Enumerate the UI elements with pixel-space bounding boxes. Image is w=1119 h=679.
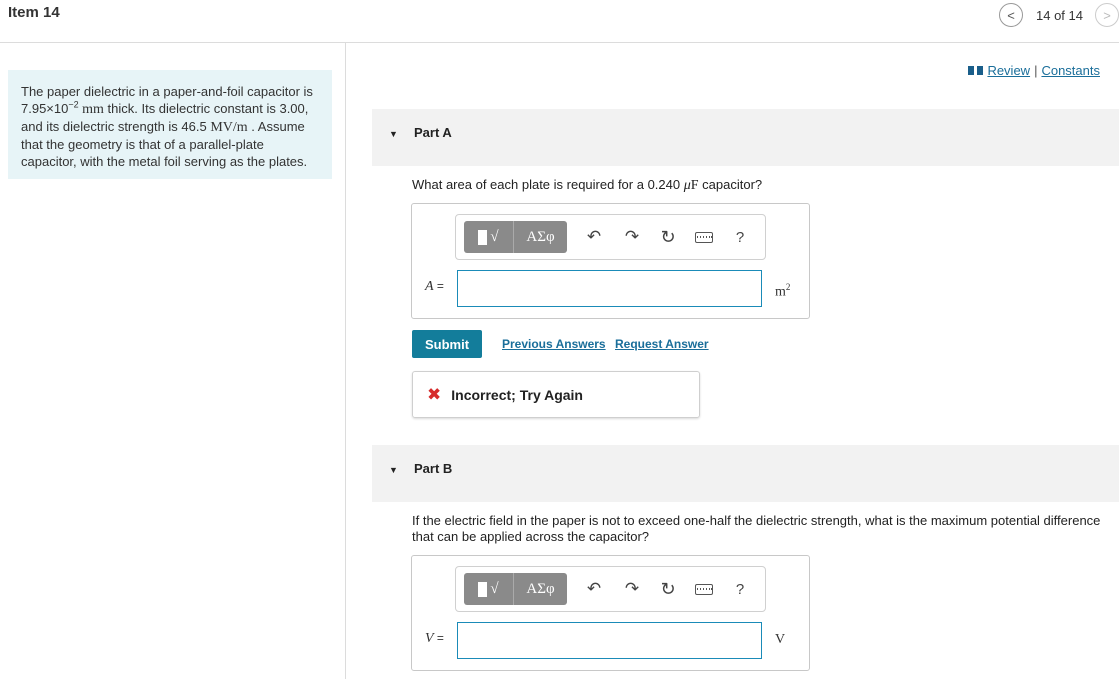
symbols-button[interactable]: ΑΣφ	[513, 221, 567, 253]
part-a-answer-box: √ ΑΣφ ↶ ↷ ↻ ? A = m2	[411, 203, 810, 319]
question-line: If the electric field in the paper is no…	[412, 513, 1101, 528]
resources-links: Review | Constants	[968, 63, 1100, 78]
feedback-message: ✖ Incorrect; Try Again	[412, 371, 700, 418]
help-button[interactable]: ?	[727, 573, 753, 605]
part-b-title: Part B	[414, 461, 453, 476]
item-navigation: < 14 of 14 >	[999, 2, 1119, 28]
equals-sign: =	[433, 279, 444, 293]
unit-exponent: 2	[785, 282, 791, 292]
problem-line: 7.95×10−2 mm thick. Its dielectric const…	[21, 100, 322, 118]
undo-icon: ↶	[586, 227, 602, 246]
variable-label: V =	[425, 631, 444, 647]
keyboard-button[interactable]	[691, 221, 717, 253]
previous-answers-link[interactable]: Previous Answers	[502, 337, 606, 351]
math-toolbar: √ ΑΣφ ↶ ↷ ↻ ?	[455, 214, 766, 260]
redo-icon: ↷	[624, 227, 640, 246]
caret-down-icon: ▼	[389, 129, 398, 139]
keyboard-icon	[695, 583, 713, 595]
reset-icon: ↻	[660, 578, 676, 599]
chevron-left-icon: <	[1007, 7, 1015, 23]
item-title: Item 14	[8, 4, 60, 21]
keyboard-button[interactable]	[691, 573, 717, 605]
part-a-title: Part A	[414, 125, 452, 140]
undo-icon: ↶	[586, 579, 602, 598]
question-text: What area of each plate is required for …	[412, 177, 684, 192]
redo-icon: ↷	[624, 579, 640, 598]
answer-unit: V	[775, 632, 786, 647]
x-mark-icon: ✖	[427, 384, 442, 404]
question-text: capacitor?	[698, 177, 763, 192]
request-answer-link[interactable]: Request Answer	[615, 337, 709, 351]
item-count: 14 of 14	[1036, 7, 1083, 23]
question-unit: F	[690, 178, 699, 193]
templates-button[interactable]: √	[464, 221, 513, 253]
variable-symbol: A	[425, 279, 434, 294]
question-unit-prefix: μ	[683, 178, 691, 193]
reset-button[interactable]: ↻	[655, 573, 681, 605]
redo-button[interactable]: ↷	[619, 573, 645, 605]
problem-text: and its dielectric strength is 46.5	[21, 119, 211, 134]
part-b-answer-box: √ ΑΣφ ↶ ↷ ↻ ? V = V	[411, 555, 810, 671]
problem-line: The paper dielectric in a paper-and-foil…	[21, 84, 313, 99]
part-a-question: What area of each plate is required for …	[412, 177, 762, 194]
keyboard-icon	[695, 231, 713, 243]
problem-unit: mm	[78, 102, 104, 117]
equals-sign: =	[433, 631, 444, 645]
question-line: that can be applied across the capacitor…	[412, 529, 650, 544]
review-link[interactable]: Review	[987, 63, 1030, 78]
symbols-button[interactable]: ΑΣφ	[513, 573, 567, 605]
math-toolbar: √ ΑΣφ ↶ ↷ ↻ ?	[455, 566, 766, 612]
problem-statement: The paper dielectric in a paper-and-foil…	[8, 70, 332, 179]
undo-button[interactable]: ↶	[581, 573, 607, 605]
templates-icon	[478, 581, 488, 597]
feedback-text: Incorrect; Try Again	[451, 386, 583, 403]
chevron-right-icon: >	[1103, 7, 1111, 23]
problem-text: thick. Its dielectric constant is 3.00,	[103, 101, 309, 116]
help-button[interactable]: ?	[727, 221, 753, 253]
part-b-question: If the electric field in the paper is no…	[412, 513, 1100, 545]
problem-line: that the geometry is that of a parallel-…	[21, 137, 264, 152]
reset-icon: ↻	[660, 226, 676, 247]
radical-icon: √	[490, 228, 499, 245]
problem-exponent: −2	[68, 99, 79, 110]
book-icon	[968, 66, 984, 75]
answer-input[interactable]	[457, 270, 762, 307]
part-b-header[interactable]: ▼ Part B	[372, 445, 1119, 502]
undo-button[interactable]: ↶	[581, 221, 607, 253]
item-header: Item 14 < 14 of 14 >	[0, 0, 1119, 43]
radical-icon: √	[490, 580, 499, 597]
templates-icon	[478, 229, 488, 245]
pane-divider	[345, 43, 346, 679]
variable-symbol: V	[425, 631, 434, 646]
constants-link[interactable]: Constants	[1041, 63, 1100, 78]
templates-button[interactable]: √	[464, 573, 513, 605]
redo-button[interactable]: ↷	[619, 221, 645, 253]
variable-label: A =	[425, 279, 444, 295]
problem-value: 7.95×10	[21, 101, 69, 116]
answer-input[interactable]	[457, 622, 762, 659]
unit-base: m	[775, 284, 786, 300]
part-a-header[interactable]: ▼ Part A	[372, 109, 1119, 166]
submit-button[interactable]: Submit	[412, 330, 482, 358]
caret-down-icon: ▼	[389, 465, 398, 475]
problem-line: capacitor, with the metal foil serving a…	[21, 154, 308, 169]
reset-button[interactable]: ↻	[655, 221, 681, 253]
problem-line: and its dielectric strength is 46.5 MV/m…	[21, 118, 322, 136]
link-separator: |	[1034, 63, 1038, 78]
next-item-button[interactable]: >	[1095, 3, 1119, 27]
answer-unit: m2	[775, 282, 790, 301]
problem-text: . Assume	[247, 119, 305, 134]
previous-item-button[interactable]: <	[999, 3, 1023, 27]
problem-unit: MV/m	[210, 120, 248, 135]
